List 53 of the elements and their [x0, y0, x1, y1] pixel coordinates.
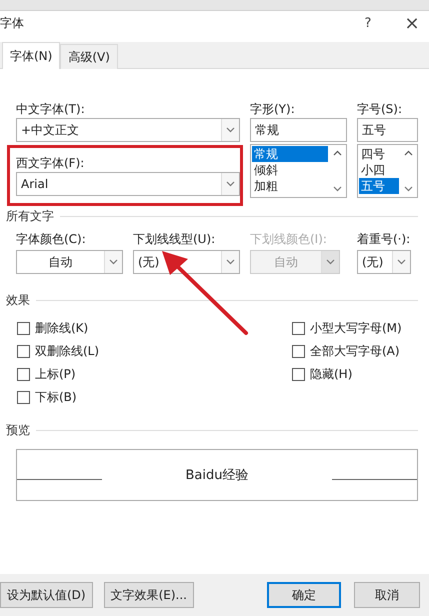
- list-option[interactable]: 小四: [359, 162, 399, 178]
- dialog-button[interactable]: 确定: [267, 582, 341, 608]
- checkbox-label: 全部大写字母(A): [310, 343, 400, 360]
- scroll-up-icon[interactable]: [333, 150, 342, 156]
- checkbox[interactable]: [17, 368, 30, 381]
- dialog-button[interactable]: 取消: [354, 582, 420, 608]
- list-option[interactable]: 常规: [252, 146, 328, 162]
- group-heading: 预览: [6, 422, 30, 439]
- field-label: 下划线颜色(I):: [250, 231, 328, 248]
- checkbox[interactable]: [17, 322, 30, 335]
- tab[interactable]: 高级(V): [60, 44, 118, 69]
- list-option[interactable]: 五号: [359, 178, 399, 194]
- dropdown[interactable]: (无): [357, 250, 411, 274]
- list-option[interactable]: 加粗: [252, 178, 328, 194]
- field-label: 下划线线型(U):: [133, 231, 216, 248]
- checkbox[interactable]: [292, 368, 305, 381]
- dialog-button[interactable]: 文字效果(E)...: [104, 582, 194, 608]
- dialog-button[interactable]: 设为默认值(D): [0, 582, 93, 608]
- font-dropdown[interactable]: +中文正文: [16, 118, 240, 142]
- input-field[interactable]: 五号: [357, 118, 418, 142]
- size-list[interactable]: 四号 小四 五号: [357, 144, 418, 198]
- checkbox[interactable]: [17, 391, 30, 404]
- field-label: 中文字体(T):: [16, 101, 86, 118]
- scroll-down-icon[interactable]: [333, 186, 342, 192]
- checkbox-label: 小型大写字母(M): [310, 320, 402, 337]
- close-button[interactable]: ×: [397, 12, 427, 34]
- checkbox[interactable]: [17, 345, 30, 358]
- field-label: 字体颜色(C):: [16, 231, 87, 248]
- list-option[interactable]: 四号: [359, 146, 399, 162]
- tab[interactable]: 字体(N): [2, 42, 60, 69]
- field-label: 字号(S):: [357, 101, 404, 118]
- checkbox-label: 隐藏(H): [310, 366, 352, 383]
- group-heading: 所有文字: [6, 208, 54, 225]
- input-field[interactable]: 常规: [250, 118, 347, 142]
- checkbox[interactable]: [292, 345, 305, 358]
- style-list[interactable]: 常规 倾斜 加粗: [250, 144, 347, 198]
- scroll-down-icon[interactable]: [404, 186, 413, 192]
- scroll-up-icon[interactable]: [404, 150, 413, 156]
- dropdown[interactable]: 自动: [16, 250, 123, 274]
- checkbox-label: 双删除线(L): [35, 343, 100, 360]
- window-title: 字体: [0, 14, 25, 32]
- help-button[interactable]: ?: [353, 16, 383, 30]
- checkbox[interactable]: [292, 322, 305, 335]
- checkbox-label: 删除线(K): [35, 320, 88, 337]
- checkbox-label: 上标(P): [35, 366, 76, 383]
- field-label: 着重号(·):: [357, 231, 411, 248]
- group-heading: 效果: [6, 292, 30, 309]
- font-dropdown[interactable]: Arial: [16, 172, 240, 196]
- preview-text: Baidu经验: [184, 467, 250, 484]
- list-option[interactable]: 倾斜: [252, 162, 328, 178]
- checkbox-label: 下标(B): [35, 389, 77, 406]
- field-label: 西文字体(F):: [16, 155, 86, 172]
- field-label: 字形(Y):: [250, 101, 296, 118]
